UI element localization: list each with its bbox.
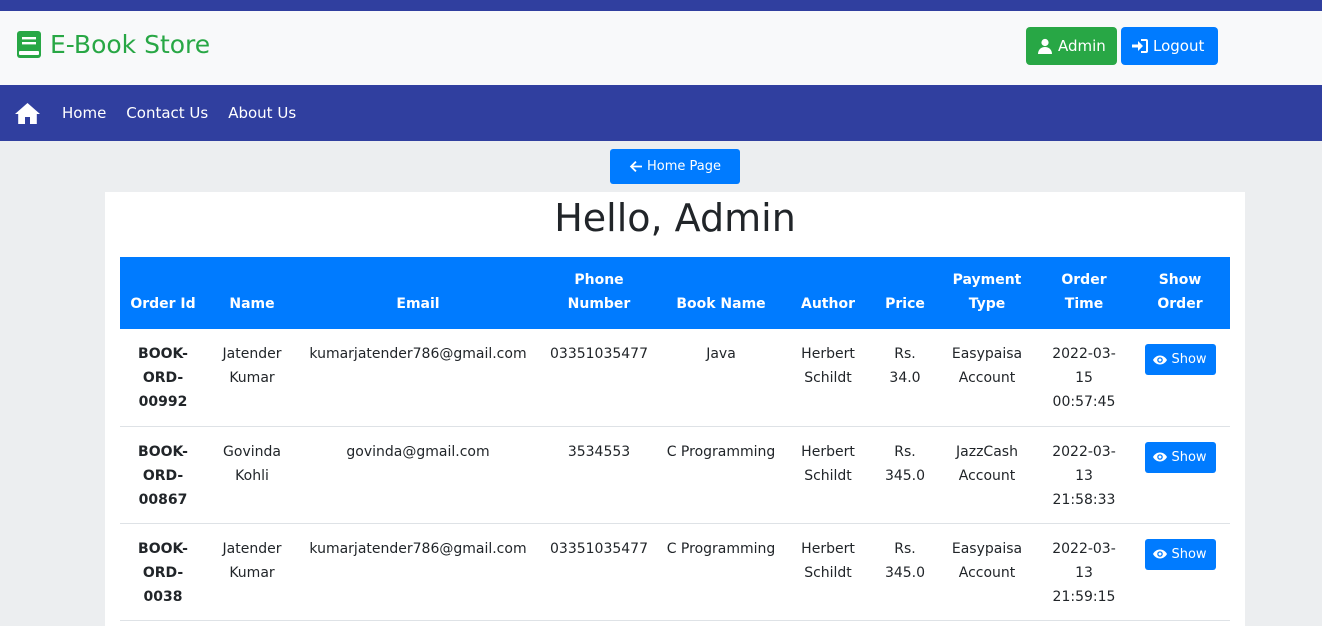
customer-name-cell: Jatender Kumar [206, 523, 298, 621]
show-label: Show [1171, 449, 1207, 465]
eye-icon [1153, 452, 1168, 462]
column-header: Name [206, 257, 298, 329]
order-id-cell: BOOK-ORD-0038 [120, 523, 206, 621]
order-id-cell: BOOK-ORD-00992 [120, 329, 206, 427]
column-header: Phone Number [538, 257, 660, 329]
order-time-cell: 2022-03-13 21:59:15 [1038, 523, 1130, 621]
nav-about-us[interactable]: About Us [228, 104, 296, 122]
column-header: Order Id [120, 257, 206, 329]
logout-label: Logout [1153, 37, 1205, 55]
main-navbar: Home Contact Us About Us [0, 85, 1322, 141]
orders-card: Hello, Admin Order Id Name Email Phone Numb… [105, 192, 1245, 626]
table-row: BOOK-ORD-0038 Jatender Kumar kumarjatender… [120, 523, 1230, 621]
price-cell: Rs. 34.0 [874, 329, 936, 427]
payment-type-cell: Easypaisa Account [936, 329, 1038, 427]
column-header: Payment Type [936, 257, 1038, 329]
show-order-cell: Show [1130, 329, 1230, 427]
show-order-button[interactable]: Show [1144, 344, 1216, 375]
eye-icon [1153, 549, 1168, 559]
brand-name: E-Book Store [50, 30, 211, 59]
payment-type-cell: Easypaisa Account [936, 523, 1038, 621]
show-order-cell: Show [1130, 523, 1230, 621]
site-header: E-Book Store Admin Logout [0, 11, 1322, 85]
table-row: BOOK-ORD-00867 Govinda Kohli govinda@gmail… [120, 426, 1230, 524]
show-label: Show [1171, 546, 1207, 562]
price-cell: Rs. 345.0 [874, 426, 936, 524]
show-order-button[interactable]: Show [1144, 538, 1216, 570]
orders-table: Order Id Name Email Phone Number Book Name Au… [120, 257, 1230, 621]
sign-in-icon [1132, 39, 1148, 53]
user-icon [1038, 38, 1052, 54]
admin-label: Admin [1058, 37, 1106, 55]
column-header: Author [782, 257, 874, 329]
home-page-button[interactable]: Home Page [610, 149, 740, 184]
arrow-left-icon [629, 161, 642, 172]
book-icon [17, 31, 41, 58]
column-header: Order Time [1038, 257, 1130, 329]
order-time-cell: 2022-03-13 21:58:33 [1038, 426, 1130, 524]
nav-home[interactable]: Home [62, 104, 106, 122]
home-icon [15, 103, 40, 124]
email-cell: govinda@gmail.com [298, 426, 538, 524]
show-order-button[interactable]: Show [1144, 441, 1216, 473]
table-row: BOOK-ORD-00992 Jatender Kumar kumarjatende… [120, 329, 1230, 427]
customer-name-cell: Jatender Kumar [206, 329, 298, 427]
table-header: Order Id Name Email Phone Number Book Name Au… [120, 257, 1230, 329]
nav-home-button[interactable] [15, 102, 40, 124]
author-cell: Herbert Schildt [782, 329, 874, 427]
author-cell: Herbert Schildt [782, 426, 874, 524]
column-header: Show Order [1130, 257, 1230, 329]
email-cell: kumarjatender786@gmail.com [298, 523, 538, 621]
brand-logo[interactable]: E-Book Store [16, 30, 210, 59]
phone-number-cell: 03351035477 [538, 523, 660, 621]
show-label: Show [1171, 352, 1207, 367]
page-title: Hello, Admin [554, 196, 796, 240]
table-body: BOOK-ORD-00992 Jatender Kumar kumarjatende… [120, 329, 1230, 621]
phone-number-cell: 3534553 [538, 426, 660, 524]
column-header: Book Name [660, 257, 782, 329]
home-page-label: Home Page [647, 159, 721, 174]
customer-name-cell: Govinda Kohli [206, 426, 298, 524]
admin-button[interactable]: Admin [1026, 27, 1117, 65]
phone-number-cell: 03351035477 [538, 329, 660, 427]
top-strip [0, 0, 1322, 11]
column-header: Email [298, 257, 538, 329]
show-order-cell: Show [1130, 426, 1230, 524]
order-time-cell: 2022-03-15 00:57:45 [1038, 329, 1130, 427]
column-header: Price [874, 257, 936, 329]
payment-type-cell: JazzCash Account [936, 426, 1038, 524]
eye-icon [1153, 355, 1168, 364]
price-cell: Rs. 345.0 [874, 523, 936, 621]
email-cell: kumarjatender786@gmail.com [298, 329, 538, 427]
logout-button[interactable]: Logout [1121, 27, 1218, 65]
book-name-cell: Java [660, 329, 782, 427]
author-cell: Herbert Schildt [782, 523, 874, 621]
book-name-cell: C Programming [660, 426, 782, 524]
book-name-cell: C Programming [660, 523, 782, 621]
order-id-cell: BOOK-ORD-00867 [120, 426, 206, 524]
nav-contact-us[interactable]: Contact Us [126, 104, 208, 122]
